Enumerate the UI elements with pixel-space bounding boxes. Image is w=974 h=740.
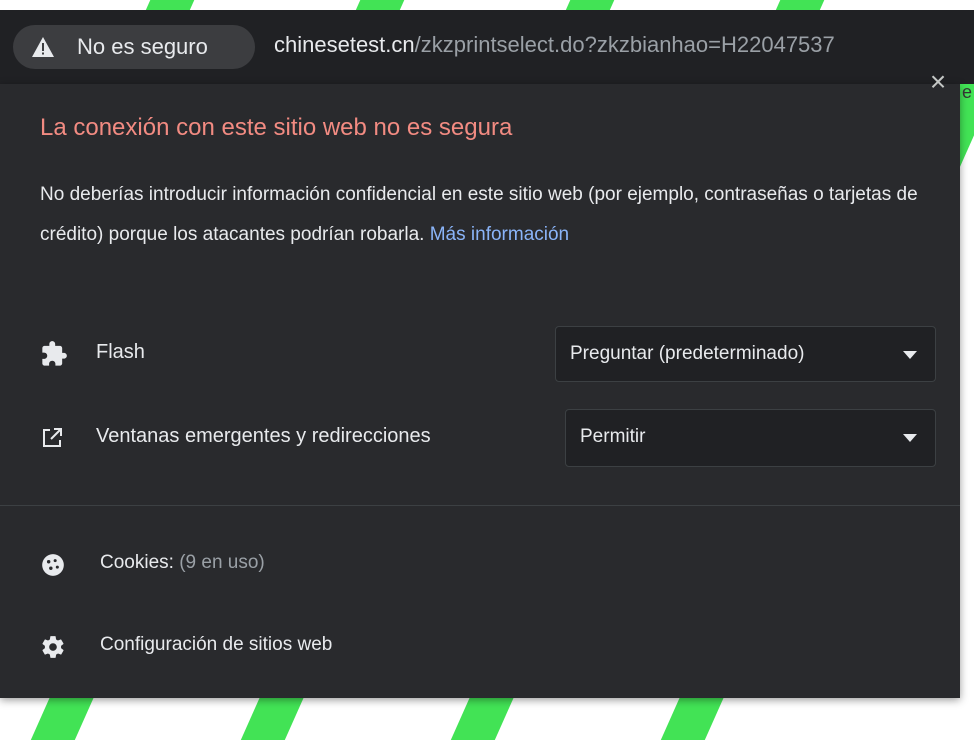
open-in-new-icon: [43, 428, 62, 447]
chevron-down-icon: [903, 434, 917, 442]
security-description: No deberías introducir información confi…: [40, 175, 920, 255]
flash-permission-value: Preguntar (predeterminado): [570, 343, 805, 364]
page-edge-fragment: e: [962, 82, 973, 102]
site-settings-row[interactable]: Configuración de sitios web: [0, 616, 960, 676]
cookies-title: Cookies:: [100, 552, 174, 573]
cookies-label: Cookies: (9 en uso): [100, 552, 265, 574]
popups-permission-value: Permitir: [580, 426, 646, 447]
url-path: /zkzprintselect.do?zkzbianhao=H22047537: [414, 32, 835, 57]
puzzle-icon: [42, 341, 67, 366]
address-bar[interactable]: No es seguro chinesetest.cn/zkzprintsele…: [0, 10, 974, 84]
section-divider: [0, 505, 960, 506]
security-chip-label: No es seguro: [77, 34, 208, 59]
cookies-count: (9 en uso): [179, 552, 265, 573]
cookie-icon: [42, 554, 64, 576]
permission-label-flash: Flash: [96, 341, 145, 363]
cookies-row[interactable]: Cookies: (9 en uso): [0, 534, 960, 594]
chevron-down-icon: [903, 351, 917, 359]
url-domain: chinesetest.cn: [274, 32, 415, 57]
permission-row-flash: Flash Preguntar (predeterminado): [0, 324, 960, 384]
permission-label-popups: Ventanas emergentes y redirecciones: [96, 425, 431, 447]
permission-row-popups: Ventanas emergentes y redirecciones Perm…: [0, 408, 960, 468]
more-info-link[interactable]: Más información: [430, 224, 569, 245]
security-chip[interactable]: No es seguro: [13, 25, 255, 69]
popup-title: La conexión con este sitio web no es seg…: [40, 114, 513, 141]
url-text[interactable]: chinesetest.cn/zkzprintselect.do?zkzbian…: [274, 32, 974, 58]
warning-icon: [32, 37, 54, 57]
site-settings-label: Configuración de sitios web: [100, 634, 333, 655]
flash-permission-select[interactable]: Preguntar (predeterminado): [555, 326, 936, 382]
close-icon[interactable]: ×: [926, 68, 950, 96]
popups-permission-select[interactable]: Permitir: [565, 409, 936, 467]
gear-icon: [42, 636, 64, 658]
